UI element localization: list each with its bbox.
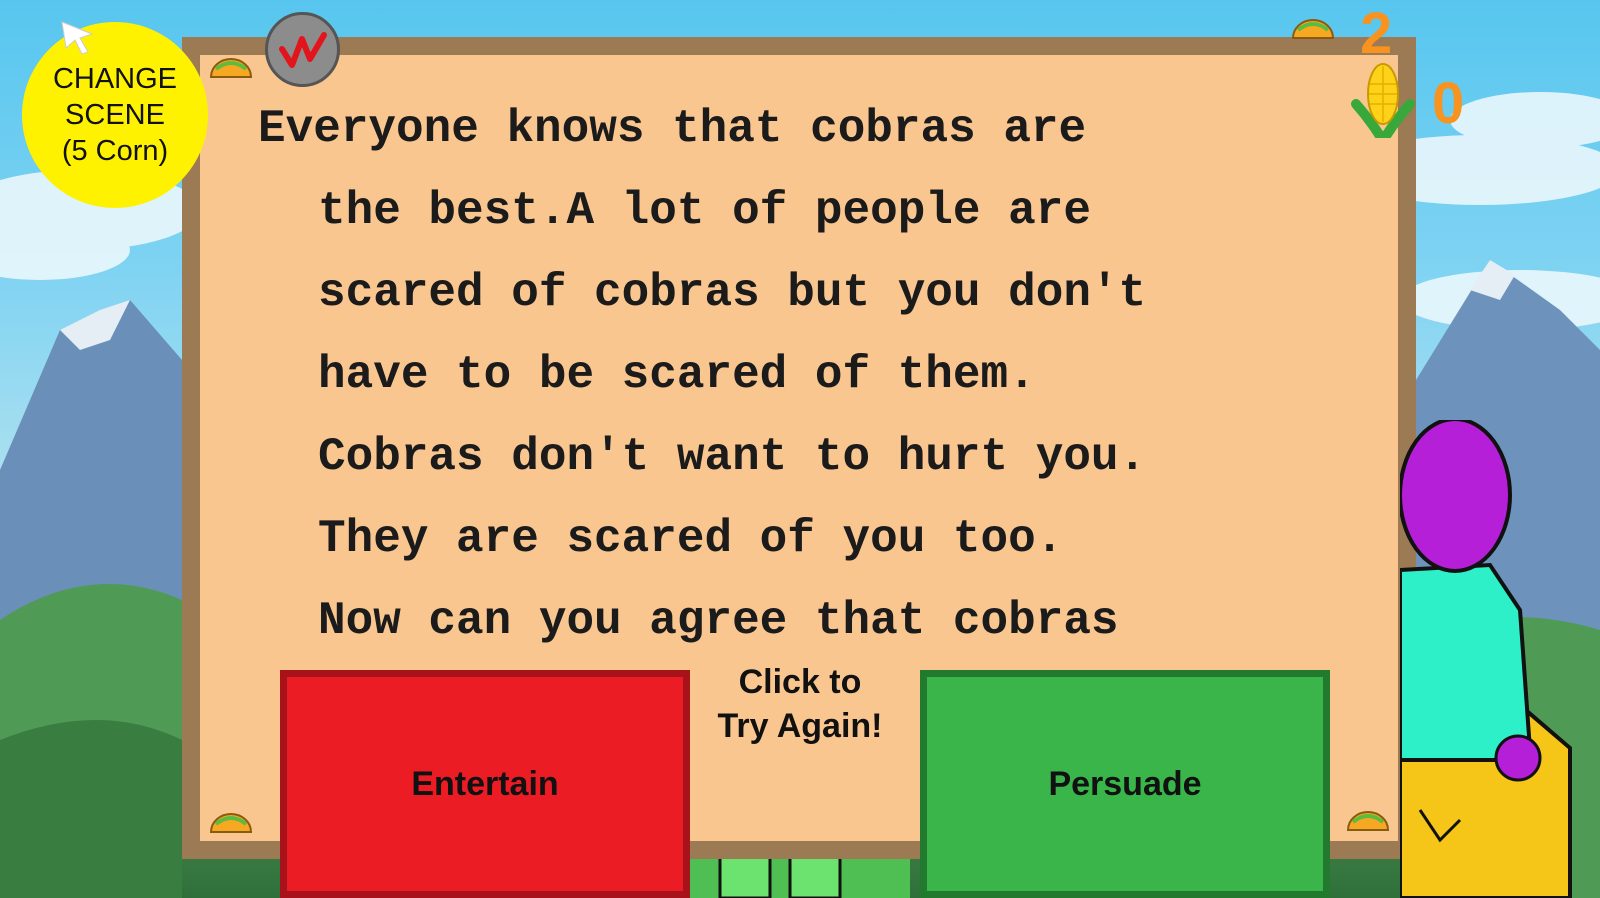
taco-icon <box>209 813 253 833</box>
persuade-button[interactable]: Persuade <box>920 670 1330 898</box>
taco-icon <box>209 58 253 78</box>
change-scene-line: (5 Corn) <box>61 135 169 167</box>
story-line: have to be scared of them. <box>318 349 1036 401</box>
mouse-cursor-icon <box>61 21 94 55</box>
story-line: They are scared of you too. <box>318 513 1064 565</box>
entertain-label: Entertain <box>411 764 559 803</box>
change-scene-line: CHANGE <box>52 63 178 95</box>
story-line: Cobras don't want to hurt you. <box>318 431 1147 483</box>
corn-count-tens: 2 <box>1360 1 1393 66</box>
persuade-label: Persuade <box>1048 764 1202 803</box>
story-line: the best.A lot of people are <box>318 185 1091 237</box>
story-line: Everyone knows that cobras are <box>258 103 1087 155</box>
audio-toggle-button[interactable] <box>265 12 340 87</box>
player-character <box>1400 420 1572 898</box>
try-again-line: Click to <box>738 663 862 701</box>
taco-icon <box>1346 811 1390 831</box>
story-line: scared of cobras but you don't <box>318 267 1147 319</box>
try-again-line: Try Again! <box>717 707 883 745</box>
corn-icon <box>1351 63 1415 138</box>
story-line: Now can you agree that cobras <box>318 595 1119 647</box>
try-again-prompt[interactable]: Click to Try Again! <box>700 660 900 748</box>
sound-wave-icon <box>279 32 327 68</box>
change-scene-line: SCENE <box>65 99 165 131</box>
corn-count-ones: 0 <box>1432 71 1465 136</box>
change-scene-button[interactable]: CHANGE SCENE (5 Corn) <box>22 22 208 208</box>
entertain-button[interactable]: Entertain <box>280 670 690 898</box>
story-text: Everyone knows that cobras are the best.… <box>258 88 1258 662</box>
taco-icon <box>1291 19 1335 39</box>
